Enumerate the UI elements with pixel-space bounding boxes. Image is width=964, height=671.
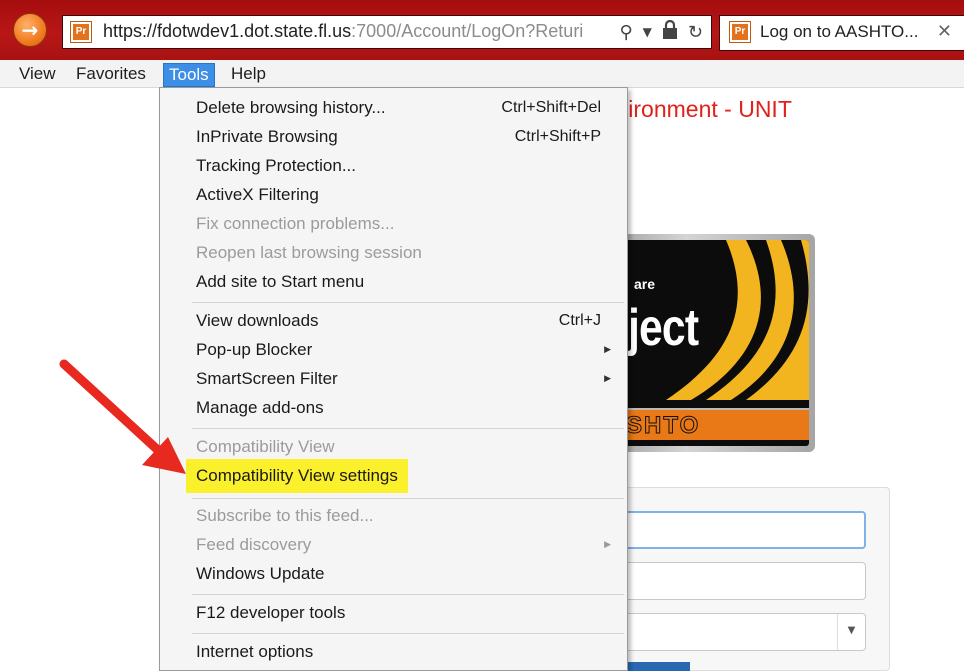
submenu-arrow-icon: ▶ bbox=[604, 374, 611, 384]
shortcut-delete-history: Ctrl+Shift+Del bbox=[501, 99, 601, 116]
address-bar[interactable]: Pr https://fdotwdev1.dot.state.fl.us:700… bbox=[62, 15, 712, 49]
username-field[interactable] bbox=[620, 511, 866, 549]
menu-item-activex-filtering[interactable]: ActiveX Filtering bbox=[196, 181, 319, 209]
browser-tab[interactable]: Pr Log on to AASHTO... ✕ bbox=[719, 15, 964, 51]
menu-item-feed-discovery: Feed discovery bbox=[196, 535, 312, 554]
menu-item-popup-blocker[interactable]: Pop-up Blocker bbox=[196, 336, 312, 364]
page-heading: nvironment - UNIT bbox=[604, 96, 792, 122]
menu-item-delete-history[interactable]: Delete browsing history... bbox=[196, 94, 386, 122]
url-text[interactable]: https://fdotwdev1.dot.state.fl.us:7000/A… bbox=[103, 21, 588, 42]
menu-item-subscribe-feed: Subscribe to this feed... bbox=[196, 506, 374, 525]
shortcut-view-downloads: Ctrl+J bbox=[558, 312, 601, 329]
menu-item-reopen-session: Reopen last browsing session bbox=[196, 243, 422, 262]
browser-title-bar: → Pr https://fdotwdev1.dot.state.fl.us:7… bbox=[0, 0, 964, 60]
menu-separator bbox=[192, 302, 624, 303]
menu-tools[interactable]: Tools bbox=[163, 63, 215, 87]
lock-icon[interactable] bbox=[662, 19, 678, 45]
search-icon[interactable]: ⚲ bbox=[619, 22, 632, 43]
menu-separator bbox=[192, 498, 624, 499]
url-path: :7000/Account/LogOn?Returi bbox=[351, 21, 584, 41]
submenu-arrow-icon: ▶ bbox=[604, 540, 611, 550]
login-button[interactable] bbox=[620, 662, 690, 671]
site-favicon-icon: Pr bbox=[70, 21, 92, 43]
logo-small-text: are bbox=[634, 276, 656, 292]
menu-item-compatibility-view: Compatibility View bbox=[196, 437, 335, 456]
aashto-logo: are ject SHTO bbox=[600, 234, 815, 452]
refresh-icon[interactable]: ↻ bbox=[688, 22, 703, 43]
chevron-down-icon[interactable]: ▼ bbox=[837, 614, 865, 650]
submenu-arrow-icon: ▶ bbox=[604, 345, 611, 355]
shortcut-inprivate: Ctrl+Shift+P bbox=[514, 128, 601, 145]
menu-item-windows-update[interactable]: Windows Update bbox=[196, 560, 325, 588]
menu-item-fix-connection: Fix connection problems... bbox=[196, 214, 395, 233]
menu-item-add-to-start[interactable]: Add site to Start menu bbox=[196, 268, 364, 296]
tab-title: Log on to AASHTO... bbox=[760, 22, 919, 41]
menu-favorites[interactable]: Favorites bbox=[71, 63, 151, 87]
dropdown-arrow-icon[interactable]: ▼ bbox=[643, 25, 652, 39]
logo-inner: are ject SHTO bbox=[606, 240, 809, 446]
menu-item-internet-options[interactable]: Internet options bbox=[196, 638, 313, 666]
logo-big-text: ject bbox=[628, 299, 699, 357]
menu-bar: View Favorites Tools Help bbox=[0, 60, 964, 88]
tools-menu: Delete browsing history... Ctrl+Shift+De… bbox=[159, 87, 628, 671]
close-icon[interactable]: ✕ bbox=[937, 21, 952, 42]
menu-help[interactable]: Help bbox=[226, 63, 271, 87]
menu-item-tracking-protection[interactable]: Tracking Protection... bbox=[196, 152, 356, 180]
menu-item-compatibility-view-settings[interactable]: Compatibility View settings bbox=[186, 459, 408, 493]
back-arrow-icon[interactable]: → bbox=[13, 13, 47, 47]
password-field[interactable] bbox=[620, 562, 866, 600]
address-bar-tools: ⚲ ▼ ↻ bbox=[619, 19, 703, 45]
environment-select[interactable]: ▼ bbox=[620, 613, 866, 651]
menu-item-manage-addons[interactable]: Manage add-ons bbox=[196, 394, 324, 422]
url-host: https://fdotwdev1.dot.state.fl.us bbox=[103, 21, 352, 41]
menu-item-f12-tools[interactable]: F12 developer tools bbox=[196, 599, 345, 627]
menu-separator bbox=[192, 594, 624, 595]
logo-band: SHTO bbox=[606, 408, 809, 440]
menu-separator bbox=[192, 428, 624, 429]
logo-band-text: SHTO bbox=[625, 412, 701, 440]
tab-favicon-icon: Pr bbox=[729, 21, 751, 43]
menu-separator bbox=[192, 633, 624, 634]
menu-view[interactable]: View bbox=[14, 63, 61, 87]
menu-item-smartscreen[interactable]: SmartScreen Filter bbox=[196, 365, 338, 393]
menu-item-view-downloads[interactable]: View downloads bbox=[196, 307, 319, 335]
menu-item-inprivate[interactable]: InPrivate Browsing bbox=[196, 123, 338, 151]
